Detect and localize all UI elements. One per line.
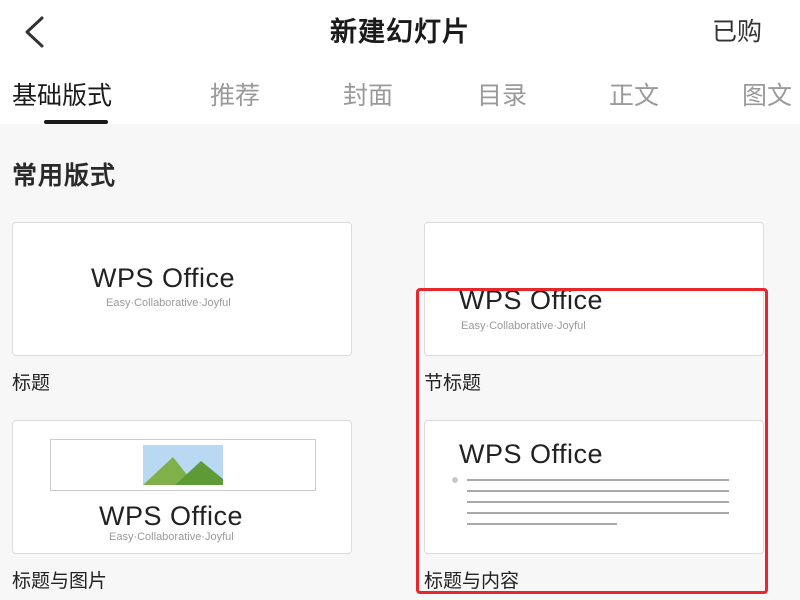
slide-preview-tagline: Easy·Collaborative·Joyful bbox=[461, 320, 586, 332]
page-title: 新建幻灯片 bbox=[330, 17, 470, 48]
tab-image-text[interactable]: 图文 bbox=[742, 76, 792, 112]
content-line bbox=[467, 479, 729, 481]
layouts-panel: 常用版式 WPS Office Easy·Collaborative·Joyfu… bbox=[0, 124, 800, 600]
section-title: 常用版式 bbox=[12, 161, 117, 190]
layout-card-section-title[interactable]: WPS Office Easy·Collaborative·Joyful bbox=[424, 222, 764, 356]
slide-preview-title: WPS Office bbox=[99, 501, 244, 531]
slide-preview-title: WPS Office bbox=[459, 439, 604, 469]
slide-preview-tagline: Easy·Collaborative·Joyful bbox=[109, 531, 234, 543]
slide-preview-title: WPS Office bbox=[91, 263, 236, 293]
tab-basic-layouts[interactable]: 基础版式 bbox=[12, 76, 112, 112]
layout-label-title-and-picture: 标题与图片 bbox=[12, 570, 108, 592]
slide-preview-title: WPS Office bbox=[459, 285, 604, 315]
layout-card-title[interactable]: WPS Office Easy·Collaborative·Joyful bbox=[12, 222, 352, 356]
content-line bbox=[467, 512, 729, 514]
layout-card-title-and-content[interactable]: WPS Office bbox=[424, 420, 764, 554]
picture-placeholder bbox=[50, 439, 316, 491]
content-line bbox=[467, 501, 729, 503]
purchased-button[interactable]: 已购 bbox=[712, 12, 762, 48]
content-line bbox=[467, 523, 617, 525]
layout-label-title: 标题 bbox=[12, 372, 51, 394]
bullet-point bbox=[452, 477, 458, 483]
top-bar: 新建幻灯片 已购 bbox=[0, 0, 800, 62]
layout-tabs: 基础版式 推荐 封面 目录 正文 图文 bbox=[0, 62, 800, 125]
layout-label-title-and-content: 标题与内容 bbox=[424, 570, 520, 592]
slide-preview-tagline: Easy·Collaborative·Joyful bbox=[106, 297, 231, 309]
tab-recommended[interactable]: 推荐 bbox=[210, 76, 260, 112]
content-line bbox=[467, 490, 729, 492]
tab-cover[interactable]: 封面 bbox=[343, 76, 393, 112]
landscape-image-icon bbox=[143, 445, 223, 485]
tab-contents[interactable]: 目录 bbox=[477, 76, 527, 112]
layout-card-title-and-picture[interactable]: WPS Office Easy·Collaborative·Joyful bbox=[12, 420, 352, 554]
back-button[interactable] bbox=[14, 12, 54, 52]
layout-label-section-title: 节标题 bbox=[424, 372, 482, 394]
tab-body[interactable]: 正文 bbox=[609, 76, 659, 112]
chevron-left-icon bbox=[25, 16, 44, 48]
